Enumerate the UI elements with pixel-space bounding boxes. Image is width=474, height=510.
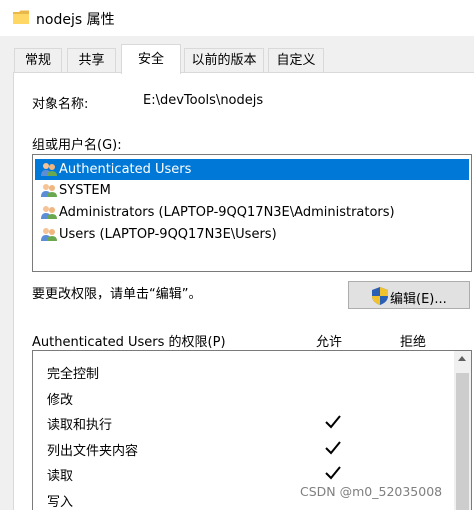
- permissions-header: Authenticated Users 的权限(P): [32, 335, 226, 350]
- groups-label: 组或用户名(G):: [32, 138, 122, 153]
- window-title: nodejs 属性: [36, 12, 115, 28]
- list-item-label: Authenticated Users: [59, 162, 192, 177]
- user-group-icon: [41, 206, 57, 219]
- list-item-label: Users (LAPTOP-9QQ17N3E\Users): [59, 227, 277, 242]
- uac-shield-icon: [372, 287, 388, 305]
- user-group-icon: [41, 184, 57, 197]
- deny-column-header: 拒绝: [400, 335, 427, 350]
- tab-general[interactable]: 常规: [14, 48, 62, 73]
- list-item-system[interactable]: SYSTEM: [35, 180, 469, 201]
- edit-button-label: 编辑(E)...: [390, 292, 447, 307]
- title-bar: nodejs 属性: [0, 0, 474, 36]
- scroll-up-arrow-icon[interactable]: [458, 356, 466, 361]
- permission-write: 写入: [47, 495, 74, 510]
- allow-column-header: 允许: [316, 335, 343, 350]
- vertical-scrollbar[interactable]: [454, 351, 471, 510]
- folder-icon: [13, 10, 29, 24]
- watermark: CSDN @m0_52035008: [300, 484, 443, 499]
- list-item-label: SYSTEM: [59, 183, 111, 198]
- list-item-users[interactable]: Users (LAPTOP-9QQ17N3E\Users): [35, 224, 469, 245]
- object-name-value: E:\devTools\nodejs: [143, 93, 264, 108]
- tab-customize[interactable]: 自定义: [268, 48, 324, 73]
- checkmark-icon: [325, 466, 341, 480]
- groups-listbox[interactable]: Authenticated Users SYSTEM Administrator…: [32, 154, 472, 272]
- user-group-icon: [41, 228, 57, 241]
- permission-full-control: 完全控制: [47, 367, 100, 382]
- tab-sharing[interactable]: 共享: [67, 48, 116, 73]
- change-permissions-hint: 要更改权限，请单击“编辑”。: [32, 287, 202, 302]
- checkmark-icon: [325, 415, 341, 429]
- tab-previous-versions[interactable]: 以前的版本: [184, 48, 264, 73]
- list-item-label: Administrators (LAPTOP-9QQ17N3E\Administ…: [59, 205, 395, 220]
- scroll-thumb[interactable]: [456, 373, 469, 510]
- permission-modify: 修改: [47, 393, 74, 408]
- permission-read: 读取: [47, 469, 74, 484]
- checkmark-icon: [325, 441, 341, 455]
- edit-button[interactable]: 编辑(E)...: [348, 281, 470, 309]
- list-item-administrators[interactable]: Administrators (LAPTOP-9QQ17N3E\Administ…: [35, 202, 469, 223]
- tab-security[interactable]: 安全: [121, 44, 181, 74]
- list-item-authenticated-users[interactable]: Authenticated Users: [35, 159, 469, 180]
- permission-read-execute: 读取和执行: [47, 418, 113, 433]
- user-group-icon: [41, 163, 57, 176]
- object-name-label: 对象名称:: [32, 97, 89, 112]
- permission-list-folder: 列出文件夹内容: [47, 444, 139, 459]
